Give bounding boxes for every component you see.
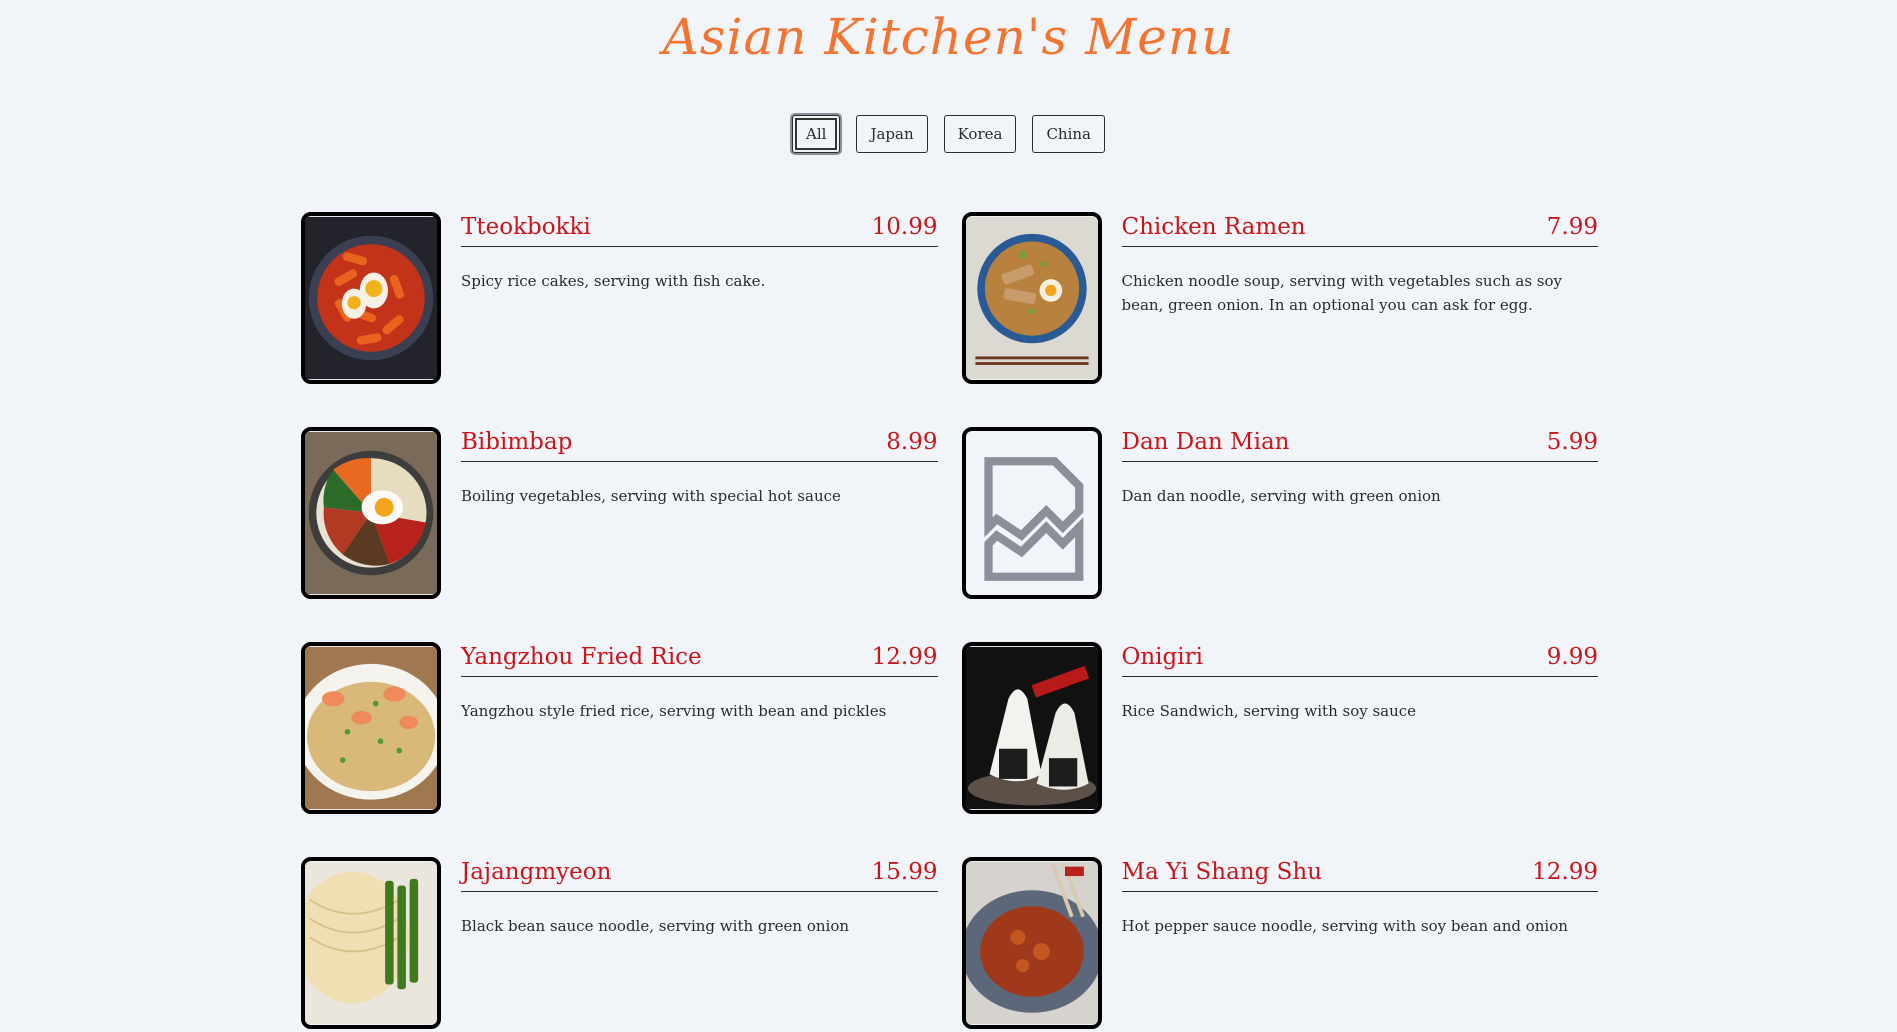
dish-name: Yangzhou Fried Rice (461, 644, 702, 670)
category-filter-bar: All Japan Korea China (0, 115, 1897, 153)
filter-korea-button[interactable]: Korea (943, 115, 1017, 153)
ma-yi-shang-shu-image (965, 861, 1098, 1025)
bibimbap-image (305, 431, 437, 595)
dish-photo (301, 857, 441, 1029)
dish-price: 15.99 (871, 859, 938, 885)
tteokbokki-image (305, 216, 437, 380)
menu-item: Yangzhou Fried Rice 12.99 Yangzhou style… (301, 642, 938, 817)
dish-name: Jajangmyeon (461, 859, 612, 885)
menu-item: Dan Dan Mian 5.99 Dan dan noodle, servin… (961, 427, 1598, 602)
dish-photo (961, 427, 1102, 599)
dish-photo (961, 212, 1102, 384)
dish-price: 8.99 (886, 429, 938, 455)
filter-japan-button[interactable]: Japan (856, 115, 928, 153)
dish-name: Onigiri (1121, 644, 1203, 670)
dish-price: 9.99 (1546, 644, 1598, 670)
dish-name: Chicken Ramen (1121, 214, 1306, 240)
dish-name: Ma Yi Shang Shu (1121, 859, 1323, 885)
dish-price: 7.99 (1546, 214, 1598, 240)
fried-rice-image (305, 646, 437, 810)
dish-photo (961, 857, 1102, 1029)
menu-item: Tteokbokki 10.99 Spicy rice cakes, servi… (301, 212, 938, 387)
dish-description: Rice Sandwich, serving with soy sauce (1121, 702, 1417, 720)
dish-description: Hot pepper sauce noodle, serving with so… (1121, 917, 1568, 935)
dish-photo (961, 642, 1102, 814)
jajangmyeon-image (305, 861, 437, 1025)
menu-item: Jajangmyeon 15.99 Black bean sauce noodl… (301, 857, 938, 1032)
menu-item: Ma Yi Shang Shu 12.99 Hot pepper sauce n… (961, 857, 1598, 1032)
dish-name: Tteokbokki (461, 214, 591, 240)
broken-image-icon (983, 457, 1083, 581)
dish-description: Yangzhou style fried rice, serving with … (461, 702, 887, 720)
onigiri-image (965, 646, 1098, 810)
menu-grid: Tteokbokki 10.99 Spicy rice cakes, servi… (301, 212, 1598, 1032)
dish-description: Dan dan noodle, serving with green onion (1121, 487, 1441, 505)
filter-china-button[interactable]: China (1032, 115, 1105, 153)
filter-all-button[interactable]: All (792, 115, 841, 153)
dish-name: Bibimbap (461, 429, 573, 455)
dish-price: 12.99 (1532, 859, 1598, 885)
dish-price: 5.99 (1546, 429, 1598, 455)
dish-description: Chicken noodle soup, serving with vegeta… (1121, 272, 1563, 314)
dish-photo (301, 642, 441, 814)
page-title: Asian Kitchen's Menu (662, 8, 1235, 66)
menu-item: Onigiri 9.99 Rice Sandwich, serving with… (961, 642, 1598, 817)
dish-photo (301, 212, 441, 384)
dish-price: 12.99 (871, 644, 938, 670)
dish-price: 10.99 (871, 214, 938, 240)
dish-name: Dan Dan Mian (1121, 429, 1290, 455)
chicken-ramen-image (965, 216, 1098, 380)
menu-item: Chicken Ramen 7.99 Chicken noodle soup, … (961, 212, 1598, 387)
dish-description: Spicy rice cakes, serving with fish cake… (461, 272, 766, 290)
dish-description: Boiling vegetables, serving with special… (461, 487, 841, 505)
menu-item: Bibimbap 8.99 Boiling vegetables, servin… (301, 427, 938, 602)
dish-description: Black bean sauce noodle, serving with gr… (461, 917, 850, 935)
dish-photo (301, 427, 441, 599)
